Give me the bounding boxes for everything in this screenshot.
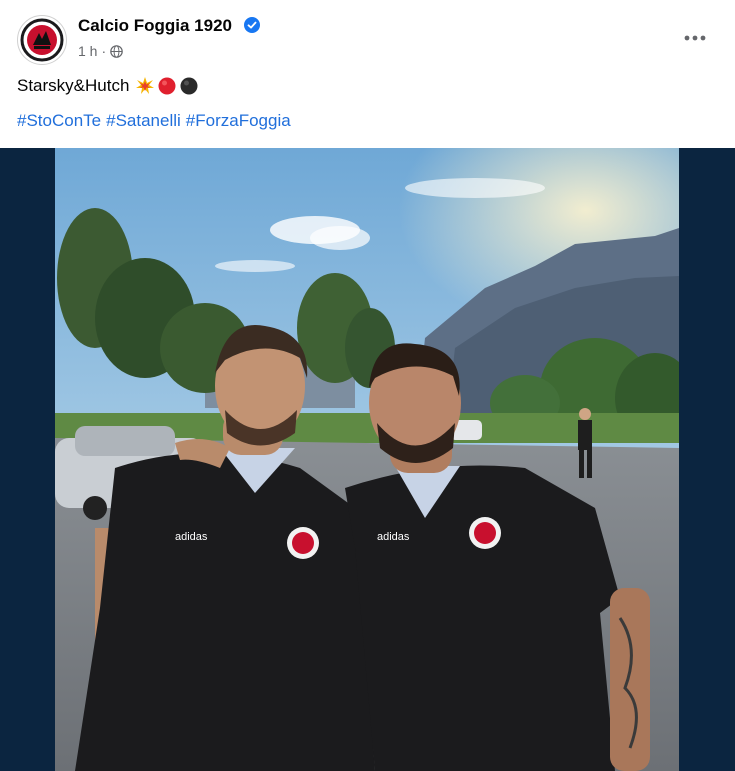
red-circle-emoji [158,77,176,95]
post-caption: Starsky&Hutch [17,76,199,96]
collision-emoji [136,77,155,94]
post-media-frame: adidas adidas [0,148,735,771]
facebook-post: Calcio Foggia 1920 1 h · Starsky&Hutch #… [0,0,735,771]
svg-text:adidas: adidas [175,531,208,543]
caption-emojis [135,76,199,96]
caption-text: Starsky&Hutch [17,76,130,95]
hashtag-link[interactable]: #StoConTe [17,111,101,131]
hashtag-link[interactable]: #ForzaFoggia [186,111,291,131]
hashtag-link[interactable]: #Satanelli [106,111,181,131]
page-name[interactable]: Calcio Foggia 1920 [78,16,232,36]
svg-text:adidas: adidas [377,531,410,543]
post-photo[interactable]: adidas adidas [55,148,679,771]
page-avatar[interactable] [17,15,67,65]
post-meta: 1 h · [78,43,123,59]
black-circle-emoji [180,77,198,95]
more-options-icon [684,35,706,41]
verified-badge-icon [244,17,260,33]
hashtag-row: #StoConTe #Satanelli #ForzaFoggia [17,111,291,131]
more-options-button[interactable] [677,26,713,50]
post-header: Calcio Foggia 1920 1 h · [0,0,735,70]
club-crest-icon [20,18,64,62]
globe-icon[interactable] [110,44,123,58]
meta-separator: · [101,43,107,59]
post-time[interactable]: 1 h [78,43,97,59]
